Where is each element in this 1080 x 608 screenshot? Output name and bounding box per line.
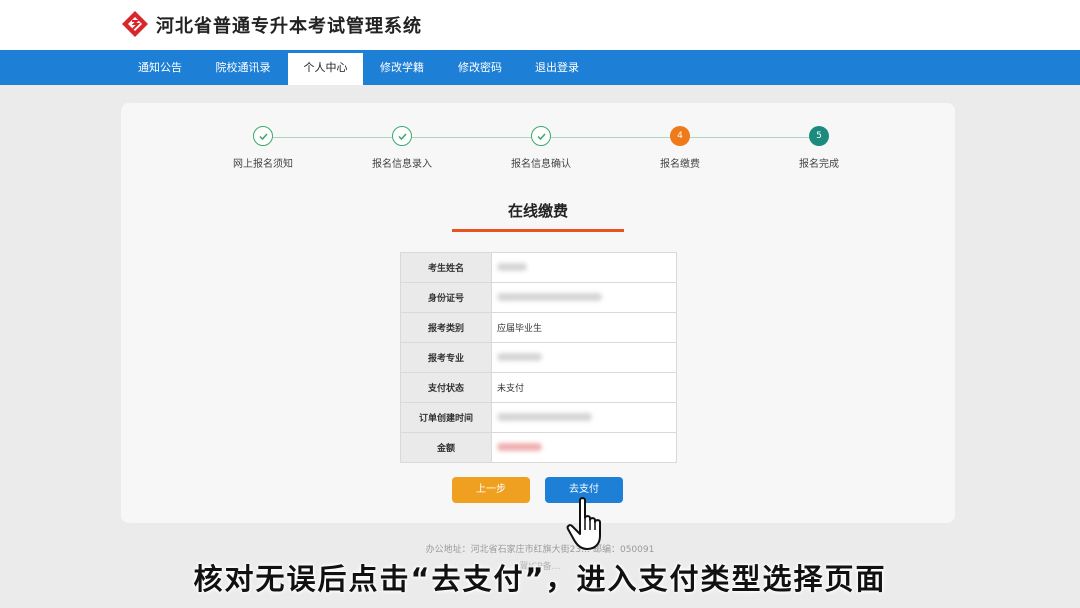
nav-item-logout[interactable]: 退出登录 [525, 50, 589, 85]
step-3-check-icon [531, 126, 551, 146]
app-title: 河北省普通专升本考试管理系统 [156, 16, 422, 37]
row-value-redacted [491, 252, 677, 283]
step-connector [412, 137, 531, 138]
row-value-redacted [491, 342, 677, 373]
nav-item-personal-center[interactable]: 个人中心 [288, 53, 363, 85]
step-label: 报名信息确认 [511, 159, 571, 170]
table-row: 支付状态 未支付 [400, 372, 677, 403]
row-label: 金额 [400, 432, 492, 463]
table-row: 报考专业 [400, 342, 677, 373]
nav-item-notices[interactable]: 通知公告 [128, 50, 192, 85]
step-label: 报名缴费 [660, 159, 700, 170]
hand-pointer-icon [566, 497, 601, 550]
step-4-number: 4 [670, 126, 690, 146]
row-value-redacted [491, 282, 677, 313]
previous-step-button[interactable]: 上一步 [452, 477, 530, 503]
row-label: 订单创建时间 [400, 402, 492, 433]
step-1-check-icon [253, 126, 273, 146]
row-label: 身份证号 [400, 282, 492, 313]
payment-info-table: 考生姓名 身份证号 报考类别 应届毕业生 报考专业 支付状态 未支付 订单创建时… [400, 252, 677, 463]
table-row: 身份证号 [400, 282, 677, 313]
row-value-redacted [491, 432, 677, 463]
row-value: 未支付 [491, 372, 677, 403]
row-value: 应届毕业生 [491, 312, 677, 343]
step-5-number: 5 [809, 126, 829, 146]
row-label: 支付状态 [400, 372, 492, 403]
step-connector [551, 137, 670, 138]
nav-item-edit-enrollment[interactable]: 修改学籍 [370, 50, 434, 85]
table-row: 订单创建时间 [400, 402, 677, 433]
row-label: 报考专业 [400, 342, 492, 373]
nav-item-change-password[interactable]: 修改密码 [448, 50, 512, 85]
step-label: 报名完成 [799, 159, 839, 170]
title-underline [452, 229, 624, 232]
step-connector [690, 137, 809, 138]
step-connector [273, 137, 392, 138]
table-row: 考生姓名 [400, 252, 677, 283]
step-label: 报名信息录入 [372, 159, 432, 170]
nav-item-directory[interactable]: 院校通讯录 [204, 50, 282, 85]
footer-address: 办公地址：河北省石家庄市红旗大街23… 邮编：050091 [425, 545, 655, 555]
row-label: 报考类别 [400, 312, 492, 343]
diamond-logo-icon [122, 11, 148, 37]
table-row: 金额 [400, 432, 677, 463]
nav-bar: 通知公告 院校通讯录 个人中心 修改学籍 修改密码 退出登录 [0, 50, 1080, 85]
row-label: 考生姓名 [400, 252, 492, 283]
page-title: 在线缴费 [507, 202, 568, 220]
header: 河北省普通专升本考试管理系统 [0, 0, 1080, 50]
table-row: 报考类别 应届毕业生 [400, 312, 677, 343]
row-value-redacted [491, 402, 677, 433]
video-caption: 核对无误后点击“去支付”，进入支付类型选择页面 [193, 562, 887, 596]
step-label: 网上报名须知 [233, 159, 293, 170]
step-2-check-icon [392, 126, 412, 146]
